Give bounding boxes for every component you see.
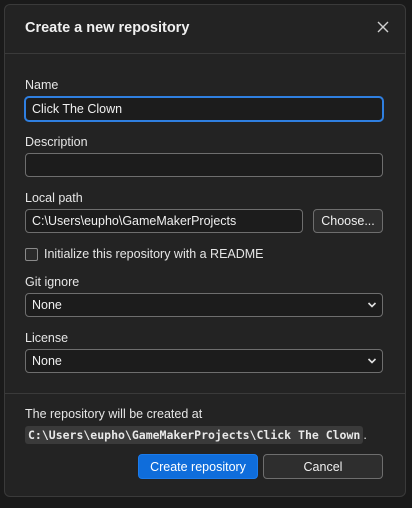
name-label: Name bbox=[25, 78, 59, 92]
git-ignore-select[interactable]: None bbox=[25, 293, 383, 317]
readme-label: Initialize this repository with a README bbox=[44, 247, 264, 261]
dialog-footer: The repository will be created at C:\Use… bbox=[5, 393, 405, 496]
description-label: Description bbox=[25, 135, 88, 149]
license-select[interactable]: None bbox=[25, 349, 383, 373]
close-button[interactable] bbox=[373, 17, 393, 37]
chevron-down-icon bbox=[367, 302, 377, 308]
readme-checkbox[interactable] bbox=[25, 247, 38, 261]
local-path-label: Local path bbox=[25, 191, 83, 205]
chevron-down-icon bbox=[367, 358, 377, 364]
choose-button[interactable]: Choose... bbox=[313, 209, 383, 233]
name-input[interactable] bbox=[25, 97, 383, 121]
dialog-header: Create a new repository bbox=[5, 5, 405, 54]
close-icon bbox=[377, 21, 389, 33]
git-ignore-label: Git ignore bbox=[25, 275, 80, 289]
message-prefix: The repository will be created at bbox=[25, 407, 203, 421]
dialog-title: Create a new repository bbox=[25, 20, 190, 36]
git-ignore-value: None bbox=[32, 298, 62, 312]
repository-location-message: The repository will be created at C:\Use… bbox=[25, 404, 387, 446]
create-repository-button[interactable]: Create repository bbox=[138, 454, 258, 479]
repository-path: C:\Users\eupho\GameMakerProjects\Click T… bbox=[25, 426, 364, 444]
license-value: None bbox=[32, 354, 62, 368]
description-input[interactable] bbox=[25, 153, 383, 177]
cancel-button[interactable]: Cancel bbox=[263, 454, 383, 479]
license-label: License bbox=[25, 331, 69, 345]
readme-option: Initialize this repository with a README bbox=[25, 246, 264, 262]
message-suffix: . bbox=[363, 428, 367, 442]
create-repository-dialog: Create a new repository Name Description… bbox=[4, 4, 406, 497]
local-path-input[interactable] bbox=[25, 209, 303, 233]
